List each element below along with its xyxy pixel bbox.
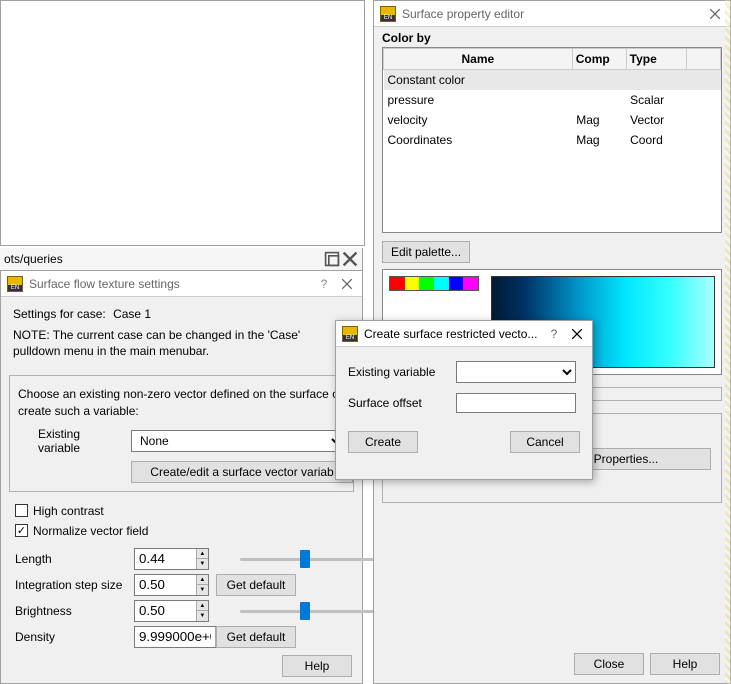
length-spinner[interactable]: ▲▼ (134, 548, 209, 570)
dock-float-icon[interactable] (324, 251, 340, 267)
normalize-checkbox[interactable] (15, 524, 28, 537)
palette-swatch[interactable] (390, 277, 405, 290)
table-row[interactable]: Constant color (384, 70, 721, 91)
window-title: Surface property editor (402, 7, 700, 21)
length-up[interactable]: ▲ (197, 549, 208, 560)
settings-case-value: Case 1 (113, 307, 151, 321)
integration-input[interactable] (135, 575, 196, 595)
vector-choose-group: Choose an existing non-zero vector defin… (9, 375, 354, 491)
dock-close-icon[interactable] (342, 251, 358, 267)
note-text: NOTE: The current case can be changed in… (13, 327, 343, 359)
palette-swatch[interactable] (405, 277, 420, 290)
col-type[interactable]: Type (626, 49, 687, 70)
table-row[interactable]: CoordinatesMagCoord (384, 130, 721, 150)
help-icon[interactable]: ? (546, 327, 562, 341)
existing-variable-label: Existing variable (38, 427, 123, 455)
help-button[interactable]: Help (650, 653, 720, 675)
create-edit-vector-button[interactable]: Create/edit a surface vector variab (131, 461, 353, 483)
table-row[interactable]: pressureScalar (384, 90, 721, 110)
integration-spinner[interactable]: ▲▼ (134, 574, 209, 596)
flow-help-button[interactable]: Help (282, 655, 352, 677)
brightness-spinner[interactable]: ▲▼ (134, 600, 209, 622)
window-title: Surface flow texture settings (29, 277, 310, 291)
density-input[interactable] (135, 627, 215, 647)
integration-label: Integration step size (15, 578, 130, 592)
brightness-slider[interactable] (240, 601, 380, 621)
color-by-table[interactable]: Name Comp Type Constant colorpressureSca… (383, 48, 721, 150)
app-icon (7, 276, 23, 292)
high-contrast-checkbox[interactable] (15, 504, 28, 517)
background-sliver (725, 0, 731, 684)
normalize-label: Normalize vector field (33, 524, 148, 538)
dock-title: ots/queries (4, 252, 63, 266)
density-spinner[interactable]: ▲▼ (134, 626, 229, 648)
palette-swatch[interactable] (463, 277, 478, 290)
dlg-surface-offset-label: Surface offset (348, 396, 448, 410)
high-contrast-label: High contrast (33, 504, 104, 518)
integration-up[interactable]: ▲ (197, 575, 208, 586)
color-by-label: Color by (382, 31, 722, 45)
close-button[interactable]: Close (574, 653, 644, 675)
brightness-up[interactable]: ▲ (197, 601, 208, 612)
close-icon[interactable] (568, 325, 586, 343)
col-comp[interactable]: Comp (572, 49, 626, 70)
palette-swatches[interactable] (389, 276, 479, 291)
dlg-existing-variable-select[interactable] (456, 361, 576, 383)
dialog-title: Create surface restricted vecto... (364, 327, 540, 341)
length-slider[interactable] (240, 549, 380, 569)
palette-swatch[interactable] (434, 277, 449, 290)
col-name[interactable]: Name (384, 49, 573, 70)
palette-swatch[interactable] (419, 277, 434, 290)
dlg-surface-offset-input[interactable] (456, 393, 576, 413)
settings-case-label: Settings for case: (13, 307, 106, 321)
edit-palette-button[interactable]: Edit palette... (382, 241, 470, 263)
blank-panel (0, 0, 365, 246)
close-icon[interactable] (706, 5, 724, 23)
length-label: Length (15, 552, 130, 566)
density-getdefault-button[interactable]: Get default (216, 626, 296, 648)
length-down[interactable]: ▼ (197, 559, 208, 569)
choose-text: Choose an existing non-zero vector defin… (18, 386, 345, 418)
dlg-create-button[interactable]: Create (348, 431, 418, 453)
create-vector-dialog: Create surface restricted vecto... ? Exi… (335, 320, 593, 480)
table-row[interactable]: velocityMagVector (384, 110, 721, 130)
brightness-input[interactable] (135, 601, 196, 621)
close-icon[interactable] (338, 275, 356, 293)
app-icon (342, 326, 358, 342)
flow-texture-settings-window: Surface flow texture settings ? Settings… (0, 270, 363, 684)
density-label: Density (15, 630, 130, 644)
integration-getdefault-button[interactable]: Get default (216, 574, 296, 596)
palette-swatch[interactable] (449, 277, 464, 290)
brightness-down[interactable]: ▼ (197, 611, 208, 621)
brightness-label: Brightness (15, 604, 130, 618)
dock-queries: ots/queries (0, 248, 363, 270)
existing-variable-select[interactable]: None (131, 430, 345, 452)
integration-down[interactable]: ▼ (197, 585, 208, 595)
dlg-existing-variable-label: Existing variable (348, 365, 448, 379)
dlg-cancel-button[interactable]: Cancel (510, 431, 580, 453)
help-icon[interactable]: ? (316, 277, 332, 291)
length-input[interactable] (135, 549, 196, 569)
app-icon (380, 6, 396, 22)
